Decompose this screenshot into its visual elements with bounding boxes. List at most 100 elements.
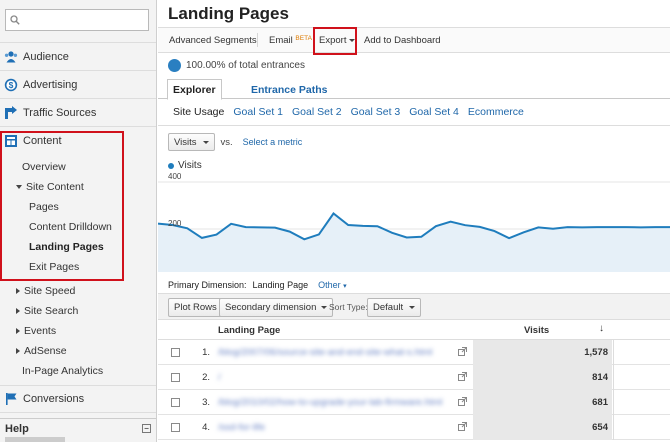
visits-value: 654 [592,422,608,433]
primary-dimension-value: Landing Page [252,280,309,290]
visits-area [158,213,670,272]
main-panel: Landing Pages Advanced Segments Email BE… [158,0,670,442]
table-row[interactable]: 3. /blog/2010/02/how-to-upgrade-your-lab-… [158,390,670,415]
secondary-dimension-label: Secondary dimension [225,302,317,313]
subnav-goal-set-1[interactable]: Goal Set 1 [233,106,283,118]
nav-site-speed-label: Site Speed [24,285,76,297]
col-landing-page-header[interactable]: Landing Page [218,325,280,336]
chevron-down-icon: ▾ [343,283,347,290]
external-link-icon[interactable] [458,397,467,406]
metric-selected: Visits [174,136,197,148]
landing-page-link[interactable]: / [218,372,221,383]
plot-rows-button[interactable]: Plot Rows [168,298,223,317]
visits-value: 814 [592,372,608,383]
email-button[interactable]: Email BETA [269,35,312,46]
external-link-icon[interactable] [458,422,467,431]
column-divider [613,365,614,390]
chevron-down-icon [409,306,416,309]
subnav-ecommerce[interactable]: Ecommerce [468,106,524,118]
tab-entrance-paths[interactable]: Entrance Paths [246,79,332,100]
other-label: Other [318,280,341,290]
other-dimension-link[interactable]: Other ▾ [318,280,347,290]
subnav-goal-set-2[interactable]: Goal Set 2 [292,106,342,118]
toolbar: Advanced Segments Email BETA Export Add … [158,27,670,53]
landing-page-link[interactable]: /blog/2007/06/source-site-and-end-site-w… [218,347,432,358]
minimize-icon[interactable]: − [142,424,151,433]
search-box[interactable] [5,9,149,31]
dollar-icon: $ [4,78,18,91]
view-tabs: Explorer Entrance Paths [158,77,670,100]
table-controls: Plot Rows Secondary dimension Sort Type:… [158,293,670,320]
row-checkbox[interactable] [171,348,180,357]
help-label: Help [5,422,29,435]
row-checkbox[interactable] [171,423,180,432]
collapsed-caret-icon [16,348,20,354]
chevron-down-icon [321,306,328,309]
percent-text: 100.00% of total entrances [186,60,305,71]
nav-audience-label: Audience [23,50,69,63]
nav-in-page-analytics-label: In-Page Analytics [22,365,104,377]
row-number: 2. [202,372,210,383]
column-divider [613,415,614,440]
nav-site-speed[interactable]: Site Speed [0,281,156,301]
nav-site-search-label: Site Search [24,305,79,317]
col-visits-header[interactable]: Visits [524,325,549,336]
sidebar: Audience $ Advertising Traffic Sources C… [0,0,157,442]
table-header: Landing Page Visits ↓ [158,320,670,340]
data-table: Landing Page Visits ↓ 1. /blog/2007/06/so… [158,320,670,440]
toolbar-divider [257,33,258,47]
select-metric-link[interactable]: Select a metric [243,137,303,147]
nav-events[interactable]: Events [0,321,156,341]
search-area [0,0,156,43]
legend-label: Visits [178,160,202,171]
email-label: Email [269,35,293,46]
sort-desc-icon[interactable]: ↓ [599,323,604,334]
row-number: 1. [202,347,210,358]
row-number: 4. [202,422,210,433]
advanced-segments-button[interactable]: Advanced Segments [169,35,257,46]
table-row[interactable]: 1. /blog/2007/06/source-site-and-end-site… [158,340,670,365]
nav-advertising[interactable]: $ Advertising [0,71,156,99]
traffic-sources-icon [5,105,17,119]
metric-group-nav: Site Usage Goal Set 1 Goal Set 2 Goal Se… [173,106,533,118]
table-row[interactable]: 4. /ssd-for-life 654 [158,415,670,440]
page-title: Landing Pages [168,4,289,23]
legend-dot-icon [168,162,174,169]
export-highlight-box [313,27,357,55]
sort-type-dropdown[interactable]: Default [367,298,422,317]
y-tick-label: 200 [168,219,182,228]
row-number: 3. [202,397,210,408]
nav-site-search[interactable]: Site Search [0,301,156,321]
help-content-peek [5,437,65,442]
visits-chart[interactable]: 400 200 [158,172,670,272]
nav-events-label: Events [24,325,57,337]
flag-icon [6,393,17,405]
subnav-site-usage[interactable]: Site Usage [173,106,224,118]
subnav-goal-set-4[interactable]: Goal Set 4 [409,106,459,118]
row-checkbox[interactable] [171,373,180,382]
search-input[interactable] [6,10,148,30]
pie-icon [168,59,181,72]
landing-page-link[interactable]: /ssd-for-life [218,422,265,433]
add-to-dashboard-button[interactable]: Add to Dashboard [364,35,441,46]
search-icon [10,15,20,25]
nav-conversions[interactable]: Conversions [0,385,156,413]
table-row[interactable]: 2. / 814 [158,365,670,390]
y-tick-label: 400 [168,172,182,181]
metric-selector-row: Visits vs. Select a metric [168,133,302,151]
external-link-icon[interactable] [458,372,467,381]
help-panel-header[interactable]: Help − [0,418,156,438]
nav-adsense[interactable]: AdSense [0,341,156,361]
metric-dropdown[interactable]: Visits [168,133,215,151]
nav-conversions-label: Conversions [23,393,85,405]
secondary-dimension-dropdown[interactable]: Secondary dimension [219,298,334,317]
row-checkbox[interactable] [171,398,180,407]
landing-page-link[interactable]: /blog/2010/02/how-to-upgrade-your-lab-fi… [218,397,442,408]
nav-audience[interactable]: Audience [0,43,156,71]
tab-explorer[interactable]: Explorer [167,79,222,100]
chevron-down-icon [202,140,209,144]
nav-traffic-sources[interactable]: Traffic Sources [0,99,156,127]
nav-in-page-analytics[interactable]: In-Page Analytics [0,361,156,381]
subnav-goal-set-3[interactable]: Goal Set 3 [351,106,401,118]
external-link-icon[interactable] [458,347,467,356]
